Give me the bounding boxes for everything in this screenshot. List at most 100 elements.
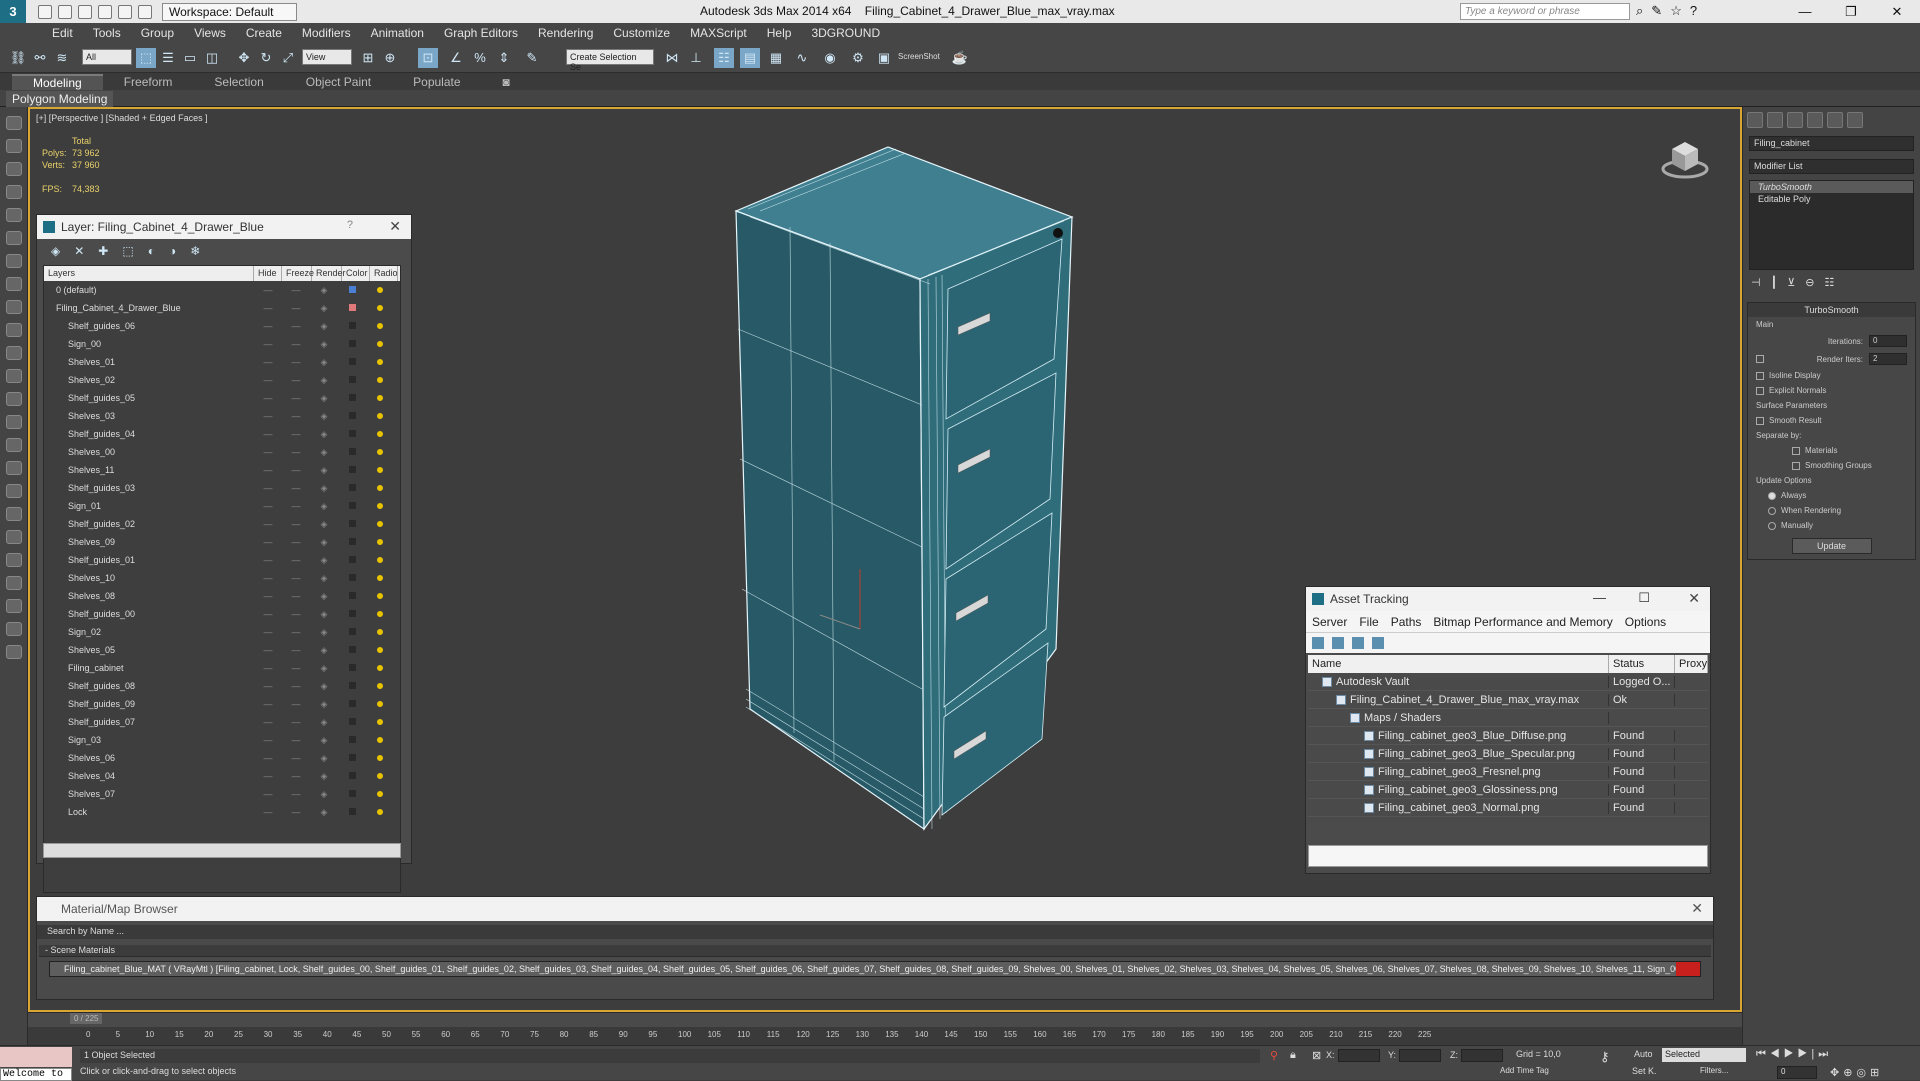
display-tab-icon[interactable] (1827, 112, 1843, 128)
bone-icon[interactable] (6, 530, 22, 544)
menu-item-help[interactable]: Help (757, 26, 802, 40)
freeze-toggle[interactable]: — (282, 771, 310, 781)
hide-toggle[interactable]: — (254, 717, 282, 727)
layer-color[interactable] (338, 627, 366, 637)
render-toggle[interactable]: ◈ (310, 555, 338, 566)
maxscript-listener[interactable] (0, 1047, 72, 1067)
layer-color[interactable] (338, 717, 366, 727)
radiosity-toggle[interactable] (366, 303, 394, 313)
layer-row[interactable]: Shelf_guides_08— — ◈ (44, 677, 400, 695)
bind-spacewarp-icon[interactable]: ≋ (52, 48, 72, 68)
radiosity-toggle[interactable] (366, 699, 394, 709)
freeze-toggle[interactable]: — (282, 609, 310, 619)
render-toggle[interactable]: ◈ (310, 753, 338, 764)
render-toggle[interactable]: ◈ (310, 483, 338, 494)
hide-toggle[interactable]: — (254, 627, 282, 637)
cone-icon[interactable] (6, 438, 22, 452)
asset-menu-options[interactable]: Options (1625, 615, 1666, 629)
unlink-icon[interactable]: ⚯ (30, 48, 50, 68)
layer-col-color[interactable]: Color (342, 266, 370, 281)
hide-toggle[interactable]: — (254, 753, 282, 763)
hide-toggle[interactable]: — (254, 321, 282, 331)
render-toggle[interactable]: ◈ (310, 627, 338, 638)
y-coord-input[interactable] (1399, 1049, 1442, 1062)
layer-row[interactable]: Shelves_10— — ◈ (44, 569, 400, 587)
lock-selection-icon[interactable]: 🔒︎ (1290, 1049, 1296, 1062)
layer-color[interactable] (338, 807, 366, 817)
layer-color[interactable] (338, 771, 366, 781)
render-toggle[interactable]: ◈ (310, 681, 338, 692)
spacewarps-icon[interactable] (6, 323, 22, 337)
radiosity-toggle[interactable] (366, 681, 394, 691)
menu-item-views[interactable]: Views (184, 26, 236, 40)
isolate-icon[interactable]: ⚲ (1270, 1049, 1278, 1062)
radiosity-toggle[interactable] (366, 519, 394, 529)
close-icon[interactable]: ✕ (1874, 0, 1920, 23)
hide-toggle[interactable]: — (254, 681, 282, 691)
add-to-layer-icon[interactable]: ✚ (98, 244, 108, 258)
freeze-toggle[interactable]: — (282, 573, 310, 583)
freeze-toggle[interactable]: — (282, 627, 310, 637)
hide-toggle[interactable]: — (254, 411, 282, 421)
radiosity-toggle[interactable] (366, 627, 394, 637)
menu-item-tools[interactable]: Tools (83, 26, 131, 40)
menu-item-group[interactable]: Group (131, 26, 184, 40)
list-view-icon[interactable] (1332, 637, 1344, 649)
render-toggle[interactable]: ◈ (310, 285, 338, 296)
cylinder-icon[interactable] (6, 415, 22, 429)
layer-row[interactable]: Shelves_06— — ◈ (44, 749, 400, 767)
layer-row[interactable]: Shelves_01— — ◈ (44, 353, 400, 371)
menu-item-modifiers[interactable]: Modifiers (292, 26, 361, 40)
render-toggle[interactable]: ◈ (310, 573, 338, 584)
current-frame-input[interactable]: 0 (1777, 1066, 1817, 1079)
render-toggle[interactable]: ◈ (310, 519, 338, 530)
layer-color[interactable] (338, 681, 366, 691)
render-toggle[interactable]: ◈ (310, 807, 338, 818)
material-editor-icon[interactable]: ◉ (820, 48, 840, 68)
freeze-toggle[interactable]: — (282, 555, 310, 565)
star-icon[interactable]: ☆ (1670, 3, 1682, 19)
freeze-toggle[interactable]: — (282, 285, 310, 295)
asset-menu-paths[interactable]: Paths (1391, 615, 1422, 629)
stack-item-turbosmooth[interactable]: TurboSmooth (1750, 181, 1913, 193)
render-toggle[interactable]: ◈ (310, 717, 338, 728)
layer-color[interactable] (338, 699, 366, 709)
align-icon[interactable]: ⊥ (686, 48, 706, 68)
freeze-toggle[interactable]: — (282, 375, 310, 385)
freeze-toggle[interactable]: — (282, 789, 310, 799)
render-toggle[interactable]: ◈ (310, 501, 338, 512)
help-icon[interactable] (6, 645, 22, 659)
isoline-checkbox[interactable] (1756, 371, 1764, 380)
key-filters-button[interactable]: Filters... (1700, 1066, 1728, 1075)
project-folder-icon[interactable] (138, 4, 152, 19)
set-key-button[interactable]: Set K. (1632, 1066, 1657, 1076)
asset-menu-server[interactable]: Server (1312, 615, 1347, 629)
hide-toggle[interactable]: — (254, 465, 282, 475)
layer-row[interactable]: Shelf_guides_07— — ◈ (44, 713, 400, 731)
freeze-toggle[interactable]: — (282, 321, 310, 331)
asset-row[interactable]: Filing_cabinet_geo3_Blue_Specular.png Fou… (1308, 745, 1708, 763)
horizontal-scrollbar[interactable] (43, 843, 401, 858)
plane-icon[interactable] (6, 369, 22, 383)
angle-snap-icon[interactable]: ∠ (446, 48, 466, 68)
layer-color[interactable] (338, 573, 366, 583)
layer-color[interactable] (338, 447, 366, 457)
layer-row[interactable]: Sign_00— — ◈ (44, 335, 400, 353)
window-crossing-icon[interactable]: ◫ (202, 48, 222, 68)
motion-tab-icon[interactable] (1807, 112, 1823, 128)
modify-tab-icon[interactable] (1767, 112, 1783, 128)
hide-toggle[interactable]: — (254, 699, 282, 709)
freeze-toggle[interactable]: — (282, 447, 310, 457)
layer-color[interactable] (338, 753, 366, 763)
menu-item-graph-editors[interactable]: Graph Editors (434, 26, 528, 40)
hide-toggle[interactable]: — (254, 807, 282, 817)
menu-item-animation[interactable]: Animation (361, 26, 434, 40)
render-toggle[interactable]: ◈ (310, 663, 338, 674)
named-selection-dropdown[interactable]: Create Selection Se (566, 49, 654, 72)
render-toggle[interactable]: ◈ (310, 735, 338, 746)
ribbon-options-icon[interactable]: ◙ (482, 75, 531, 89)
asset-row[interactable]: Autodesk Vault Logged O... (1308, 673, 1708, 691)
manually-radio[interactable] (1768, 521, 1776, 530)
layer-col-hide[interactable]: Hide (254, 266, 282, 281)
biped-icon[interactable] (6, 553, 22, 567)
